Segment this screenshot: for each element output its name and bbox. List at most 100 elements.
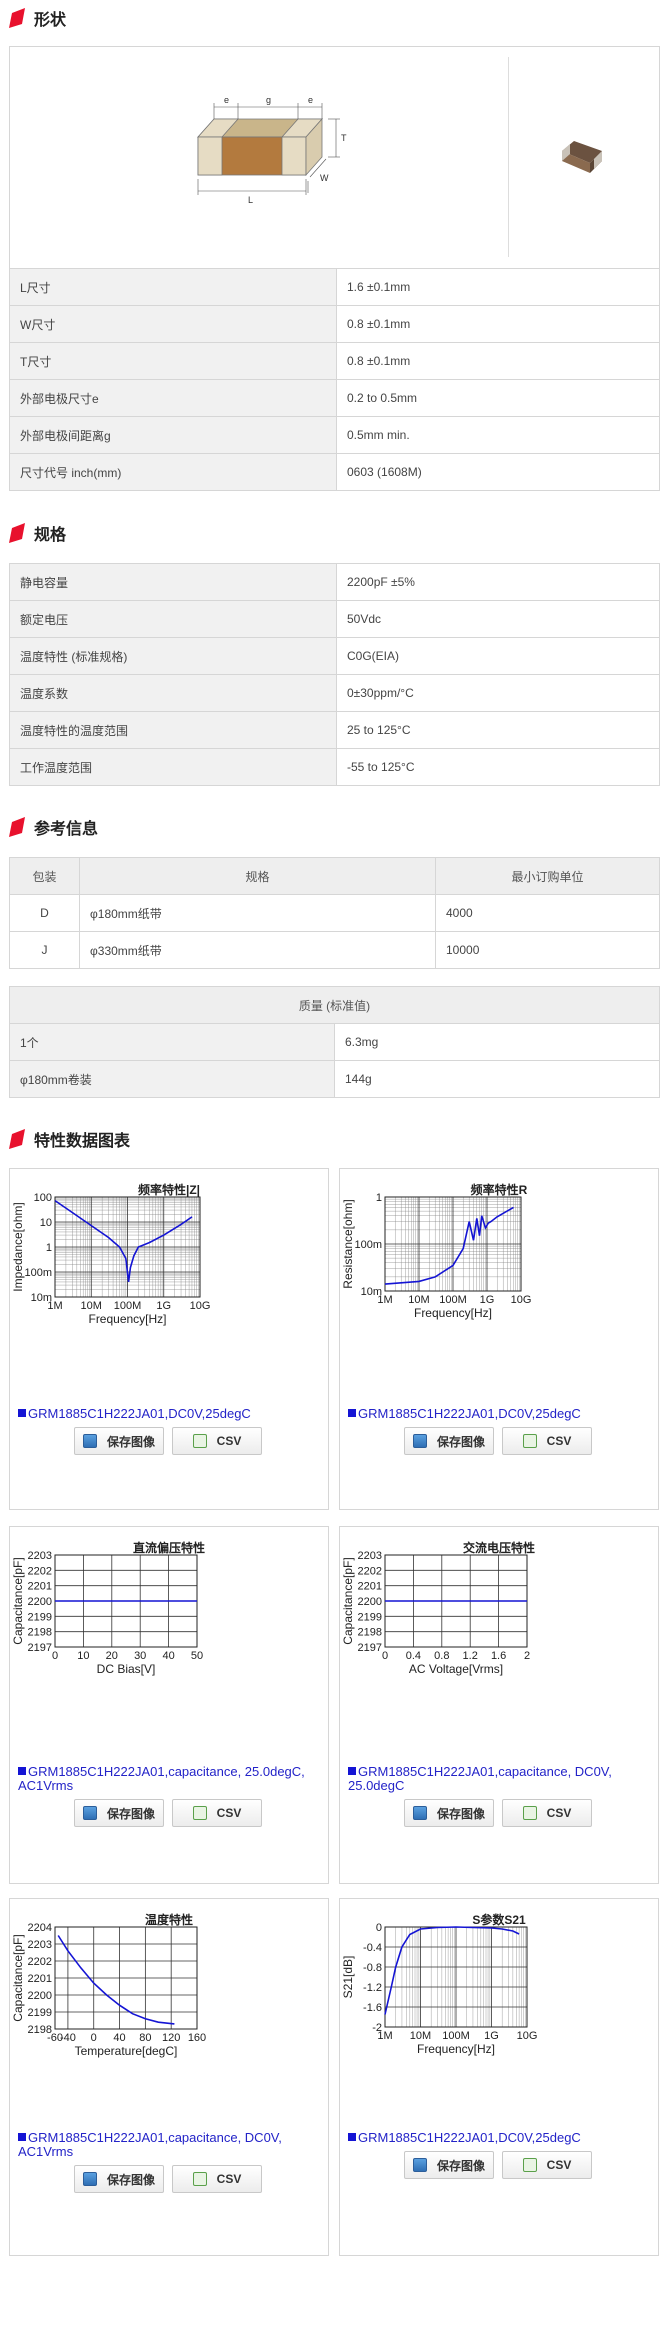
x-tick-label: 10G xyxy=(517,2030,538,2042)
y-tick-label: 2202 xyxy=(28,1565,52,1577)
mass-table: 质量 (标准值) 1个 6.3mg φ180mm卷装 144g xyxy=(9,986,660,1098)
row-value: 0603 (1608M) xyxy=(336,453,660,491)
table-row: 额定电压 50Vdc xyxy=(9,600,660,638)
y-tick-label: 2201 xyxy=(358,1581,382,1593)
temperature-chart: -60-40 0 40 80 120 16022042203220222012200219… xyxy=(11,1922,206,2058)
save-image-button[interactable]: 保存图像 xyxy=(404,1427,494,1455)
x-axis-label: AC Voltage[Vrms] xyxy=(409,1662,503,1676)
x-tick-label: 20 xyxy=(106,1650,118,1662)
red-flag-icon xyxy=(9,8,25,28)
save-image-button[interactable]: 保存图像 xyxy=(74,2165,164,2193)
table-row: D φ180mm纸带 4000 xyxy=(9,894,660,932)
legend-label: GRM1885C1H222JA01,capacitance, DC0V, AC1… xyxy=(18,2130,282,2159)
chart-card-temperature: -60 -40 0 40 80 120 160 2204 2203 2202 2201 2200 219… xyxy=(9,1898,329,2256)
save-image-button[interactable]: 保存图像 xyxy=(74,1799,164,1827)
row-value: 0±30ppm/°C xyxy=(336,674,660,712)
x-tick-label: 1G xyxy=(156,1300,171,1312)
chart-legend: GRM1885C1H222JA01,DC0V,25degC xyxy=(348,1407,648,1421)
dc-bias-chart: 0 10 20 30 40 502203220222012200219921982197D… xyxy=(11,1550,203,1676)
table-row: 1个 6.3mg xyxy=(9,1023,660,1061)
cell: 10000 xyxy=(435,931,660,969)
chart-card-dc-bias: 0 10 20 30 40 50 2203 2202 2201 2200 2199 2198 2197 D… xyxy=(9,1526,329,1884)
row-key: T尺寸 xyxy=(9,342,337,380)
row-key: 额定电压 xyxy=(9,600,337,638)
chart-card-resistance: 1M 10M 100M 1G 10G 1 100m 10m Frequency[Hz] Resis… xyxy=(339,1168,659,1510)
x-tick-label: 1G xyxy=(480,1294,495,1306)
table-row: 温度特性 (标准规格) C0G(EIA) xyxy=(9,637,660,675)
plot-area: 0 10 20 30 40 502203220222012200219921982197D… xyxy=(11,1550,203,1676)
plot-area: 0 0.4 0.8 1.2 1.6 222032202220122002199219821… xyxy=(341,1550,530,1676)
save-image-button[interactable]: 保存图像 xyxy=(404,2151,494,2179)
y-axis-label: Resistance[ohm] xyxy=(341,1199,355,1288)
x-tick-label: 0 xyxy=(52,1650,58,1662)
row-key: 外部电极尺寸e xyxy=(9,379,337,417)
x-tick-label: 50 xyxy=(191,1650,203,1662)
csv-icon xyxy=(192,1434,207,1448)
cell: J xyxy=(9,931,80,969)
chart-card-impedance: 1M 10M 100M 1G 10G 100 10 1 100m 10m Frequency[Hz]… xyxy=(9,1168,329,1510)
button-label: 保存图像 xyxy=(436,1434,485,1449)
row-key: φ180mm卷装 xyxy=(9,1060,335,1098)
table-row: J φ330mm纸带 10000 xyxy=(9,931,660,969)
row-value: 2200pF ±5% xyxy=(336,563,660,601)
shape-divider xyxy=(508,57,509,257)
dim-label-e1: e xyxy=(224,95,229,105)
csv-button[interactable]: CSV xyxy=(172,1427,262,1455)
legend-swatch xyxy=(348,1409,356,1417)
cell: D xyxy=(9,894,80,932)
x-tick-label: 10M xyxy=(410,2030,431,2042)
csv-button[interactable]: CSV xyxy=(502,2151,592,2179)
row-value: 6.3mg xyxy=(334,1023,660,1061)
y-axis-label: Capacitance[pF] xyxy=(11,1557,25,1644)
section-title: 参考信息 xyxy=(34,821,99,838)
csv-button[interactable]: CSV xyxy=(172,1799,262,1827)
chart-legend: GRM1885C1H222JA01,DC0V,25degC xyxy=(348,2131,648,2145)
button-label: CSV xyxy=(546,1806,572,1820)
shape-table: L尺寸 1.6 ±0.1mm W尺寸 0.8 ±0.1mm T尺寸 0.8 ±0.1m… xyxy=(9,268,660,491)
section-title: 形状 xyxy=(34,12,67,29)
csv-button[interactable]: CSV xyxy=(502,1427,592,1455)
plot-area: 1M 10M 100M 1G 10G100101100m10mFrequency[Hz]… xyxy=(11,1192,210,1326)
legend-label: GRM1885C1H222JA01,DC0V,25degC xyxy=(358,1406,581,1421)
table-row: 温度特性的温度范围 25 to 125°C xyxy=(9,711,660,749)
row-key: W尺寸 xyxy=(9,305,337,343)
chart-title: 频率特性|Z| xyxy=(137,1183,201,1197)
row-key: L尺寸 xyxy=(9,268,337,306)
col-header: 最小订购单位 xyxy=(435,857,660,895)
table-row: 外部电极尺寸e 0.2 to 0.5mm xyxy=(9,379,660,417)
x-tick-label: 100M xyxy=(442,2030,470,2042)
button-label: CSV xyxy=(216,1806,242,1820)
save-icon xyxy=(412,2158,427,2172)
row-value: 144g xyxy=(334,1060,660,1098)
legend-label: GRM1885C1H222JA01,capacitance, DC0V, 25.… xyxy=(348,1764,612,1793)
x-axis-label: Temperature[degC] xyxy=(75,2044,178,2058)
x-tick-label: 2 xyxy=(524,1650,530,1662)
csv-button[interactable]: CSV xyxy=(502,1799,592,1827)
x-tick-label: 100M xyxy=(439,1294,467,1306)
cell: φ180mm纸带 xyxy=(79,894,436,932)
legend-label: GRM1885C1H222JA01,DC0V,25degC xyxy=(28,1406,251,1421)
red-flag-icon xyxy=(9,523,25,543)
button-label: CSV xyxy=(546,1434,572,1448)
chart-card-ac-voltage: 0 0.4 0.8 1.2 1.6 2 2203 2202 2201 2200 2199 2198 21… xyxy=(339,1526,659,1884)
save-icon xyxy=(412,1806,427,1820)
chart-title: 直流偏压特性 xyxy=(132,1541,205,1555)
chip-dimension-diagram: e g e T W L xyxy=(197,95,602,205)
col-header: 包装 xyxy=(9,857,80,895)
button-label: CSV xyxy=(546,2158,572,2172)
save-image-button[interactable]: 保存图像 xyxy=(404,1799,494,1827)
save-image-button[interactable]: 保存图像 xyxy=(74,1427,164,1455)
button-label: 保存图像 xyxy=(436,2158,485,2173)
y-tick-label: 2201 xyxy=(28,1973,52,1985)
chart-legend: GRM1885C1H222JA01,capacitance, 25.0degC,… xyxy=(18,1765,318,1793)
y-tick-label: -1.6 xyxy=(363,2002,382,2014)
y-tick-label: 2201 xyxy=(28,1581,52,1593)
button-label: CSV xyxy=(216,2172,242,2186)
y-tick-label: 10m xyxy=(31,1292,52,1304)
y-tick-label: 100m xyxy=(24,1267,52,1279)
csv-button[interactable]: CSV xyxy=(172,2165,262,2193)
save-icon xyxy=(82,2172,97,2186)
row-value: 0.8 ±0.1mm xyxy=(336,305,660,343)
y-tick-label: 2200 xyxy=(28,1990,52,2002)
x-tick-label: 0.8 xyxy=(434,1650,449,1662)
